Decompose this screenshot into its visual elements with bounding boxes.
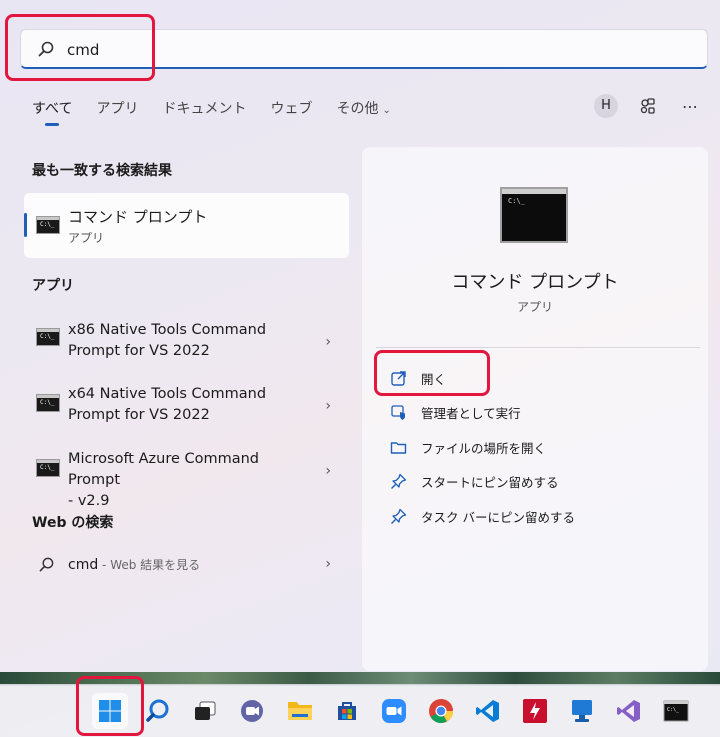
app-result-item[interactable]: C:\_ x86 Native Tools Command Prompt for … [24, 316, 349, 374]
filter-tabs: すべて アプリ ドキュメント ウェブ その他 ⌄ [20, 96, 403, 126]
remote-desktop-button[interactable] [564, 693, 600, 729]
vscode-icon [476, 700, 499, 722]
pin-icon [391, 473, 407, 489]
tab-all[interactable]: すべて [20, 96, 84, 126]
action-label: ファイルの場所を開く [421, 440, 547, 456]
app-result-name: x64 Native Tools Command Prompt for VS 20… [68, 386, 267, 423]
chevron-right-icon[interactable]: › [325, 334, 331, 350]
web-search-item[interactable]: cmd - Web 結果を見る › [24, 550, 349, 580]
command-prompt-icon: C:\_ [36, 459, 60, 477]
terminal-button[interactable]: C:\_ [658, 693, 694, 729]
zoom-button[interactable] [376, 693, 412, 729]
web-search-heading: Web の検索 [32, 515, 114, 531]
action-pin-taskbar[interactable]: タスク バーにピン留めする [390, 504, 575, 528]
web-search-query: cmd - Web 結果を見る [68, 557, 201, 573]
file-explorer-icon [288, 702, 312, 720]
chat-icon [241, 700, 263, 722]
more-options-icon[interactable]: ⋯ [678, 94, 702, 118]
task-view-icon [195, 701, 216, 720]
acrobat-icon [523, 699, 547, 723]
action-pin-start[interactable]: スタートにピン留めする [390, 469, 559, 493]
action-open-file-location[interactable]: ファイルの場所を開く [390, 435, 546, 459]
chrome-button[interactable] [423, 693, 459, 729]
taskbar-search-button[interactable] [140, 693, 176, 729]
best-match-subtitle: アプリ [68, 231, 105, 245]
app-result-item[interactable]: C:\_ x64 Native Tools Command Prompt for … [24, 380, 349, 438]
chat-button[interactable] [234, 693, 270, 729]
visual-studio-icon [617, 700, 640, 722]
panel-title: コマンド プロンプト [451, 272, 619, 293]
action-label: 管理者として実行 [421, 405, 521, 421]
svg-text:C:\_: C:\_ [667, 707, 680, 713]
app-result-name: Microsoft Azure Command Prompt - v2.9 [68, 451, 260, 509]
tab-web[interactable]: ウェブ [258, 96, 324, 122]
command-prompt-icon: C:\_ [36, 328, 60, 346]
pin-icon [391, 508, 407, 524]
chevron-right-icon[interactable]: › [325, 556, 331, 572]
vscode-button[interactable] [470, 693, 506, 729]
store-icon [338, 702, 356, 720]
search-input[interactable] [65, 36, 669, 64]
app-result-item[interactable]: C:\_ Microsoft Azure Command Prompt - v2.… [24, 445, 349, 509]
action-label: タスク バーにピン留めする [421, 509, 575, 525]
apps-heading: アプリ [32, 278, 74, 294]
search-icon [146, 699, 169, 722]
chevron-right-icon[interactable]: › [325, 398, 331, 414]
tab-documents[interactable]: ドキュメント [150, 96, 258, 122]
command-prompt-icon: C:\_ [36, 394, 60, 412]
tab-apps[interactable]: アプリ [84, 96, 150, 122]
store-button[interactable] [329, 693, 365, 729]
tab-more[interactable]: その他 ⌄ [324, 96, 402, 122]
remote-desktop-icon [572, 700, 592, 722]
visual-studio-button[interactable] [611, 693, 647, 729]
task-view-button[interactable] [187, 693, 223, 729]
best-match-title: コマンド プロンプト [68, 208, 208, 226]
highlight-open [374, 350, 490, 396]
best-match-heading: 最も一致する検索結果 [32, 163, 172, 179]
highlight-search [5, 14, 155, 81]
header-actions: H ⋯ [594, 94, 702, 118]
tab-more-label: その他 [336, 101, 379, 117]
command-prompt-large-icon: C:\_ [500, 187, 568, 243]
chevron-right-icon[interactable]: › [325, 463, 331, 479]
chevron-down-icon: ⌄ [382, 105, 391, 116]
search-icon [39, 557, 54, 572]
file-explorer-button[interactable] [282, 693, 318, 729]
action-run-as-admin[interactable]: 管理者として実行 [390, 400, 521, 424]
terminal-icon: C:\_ [663, 700, 689, 722]
details-panel: C:\_ コマンド プロンプト アプリ 開く 管理者として実行 ファイルの場所を… [362, 147, 708, 671]
avatar[interactable]: H [594, 94, 618, 118]
chrome-icon [429, 699, 453, 724]
best-match-item[interactable]: C:\_ コマンド プロンプト アプリ [24, 193, 349, 258]
app-result-name: x86 Native Tools Command Prompt for VS 20… [68, 322, 267, 359]
folder-icon [390, 441, 407, 454]
panel-subtitle: アプリ [516, 300, 553, 314]
command-prompt-icon: C:\_ [36, 216, 60, 234]
action-label: スタートにピン留めする [421, 474, 559, 490]
share-nodes-icon[interactable] [636, 94, 660, 118]
acrobat-button[interactable] [517, 693, 553, 729]
divider [376, 347, 700, 348]
highlight-start [76, 676, 144, 736]
zoom-icon [382, 699, 406, 723]
shield-icon [391, 404, 405, 420]
